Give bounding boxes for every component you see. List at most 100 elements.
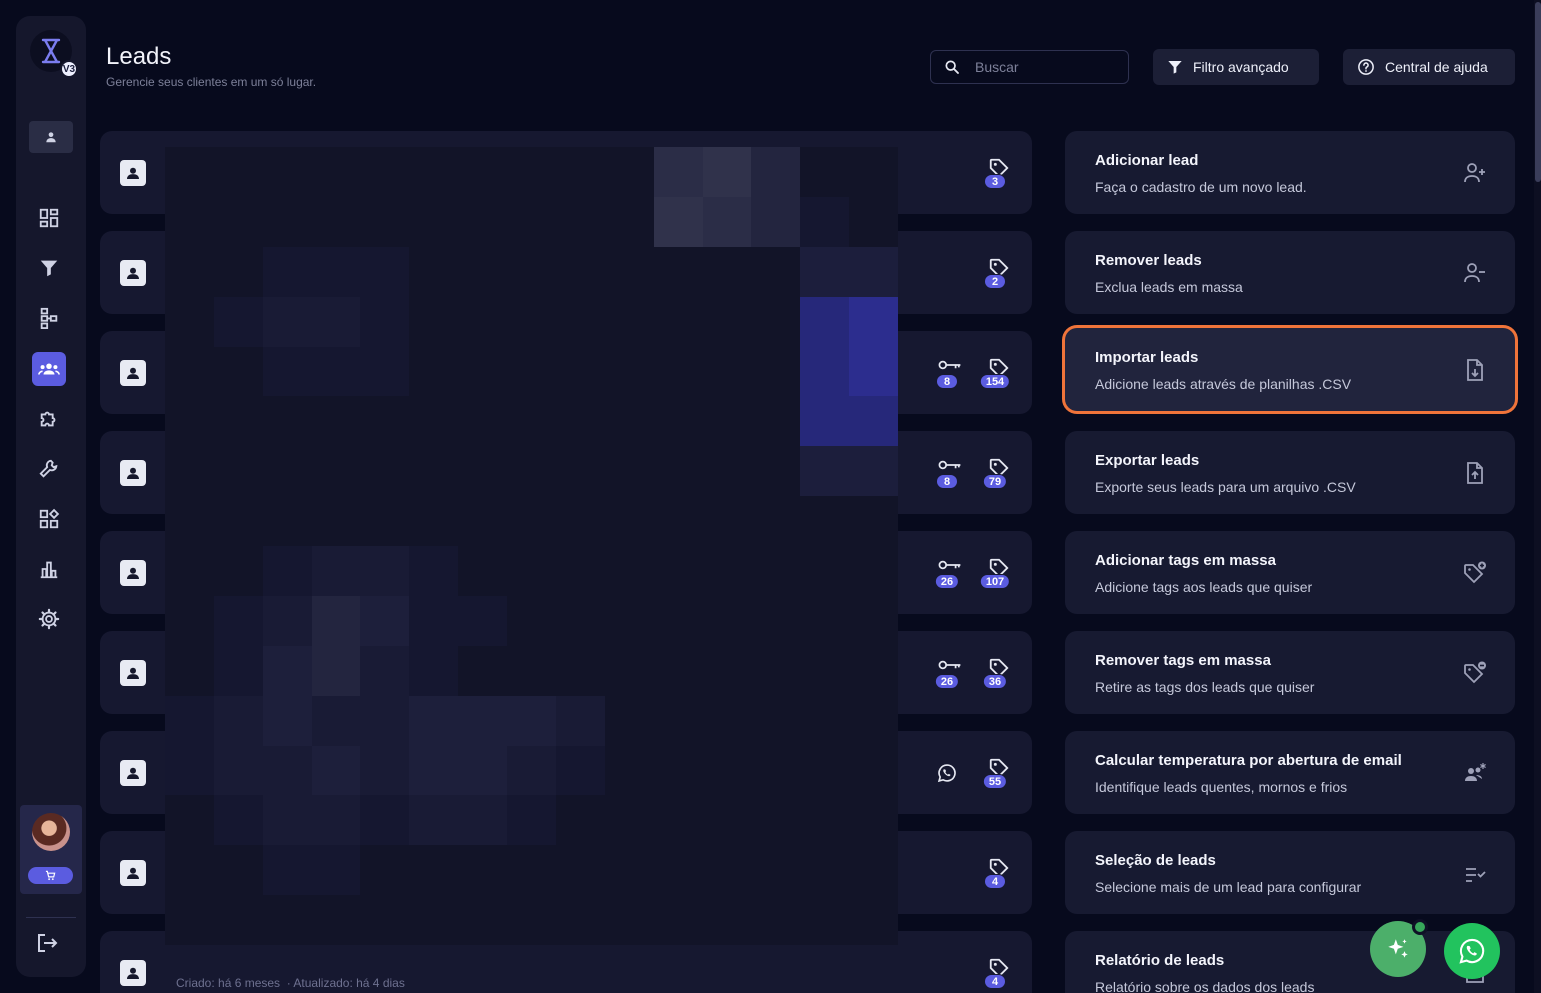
obscured-pixel	[165, 645, 214, 696]
page-subtitle: Gerencie seus clientes em um só lugar.	[106, 75, 317, 89]
obscured-pixel	[409, 795, 459, 846]
tag-count[interactable]: 107	[979, 557, 1011, 589]
key-icon	[938, 560, 961, 570]
scrollbar[interactable]	[1534, 0, 1541, 993]
nav-flow[interactable]	[32, 301, 66, 335]
obscured-pixel	[311, 196, 361, 247]
key-count: 8	[932, 457, 962, 489]
obscured-pixel	[507, 895, 556, 945]
contact-icon	[120, 260, 146, 286]
tag-count[interactable]: 4	[980, 957, 1010, 989]
scroll-thumb[interactable]	[1535, 2, 1541, 182]
obscured-pixel	[702, 546, 752, 596]
cart-icon	[45, 870, 56, 881]
action-card-file-import[interactable]: Importar leads Adicione leads através de …	[1065, 328, 1515, 411]
tag-count[interactable]: 79	[980, 457, 1010, 489]
obscured-pixel	[800, 346, 850, 397]
nav-integrations[interactable]	[32, 402, 66, 436]
action-card-temperature-users[interactable]: Calcular temperatura por abertura de ema…	[1065, 731, 1515, 814]
nav-tools[interactable]	[32, 452, 66, 486]
bar-chart-icon	[40, 561, 58, 579]
obscured-pixel	[311, 346, 361, 397]
obscured-pixel	[311, 396, 361, 447]
nav-dashboard[interactable]	[32, 201, 66, 235]
tag-count[interactable]: 3	[980, 157, 1010, 189]
lead-badges: 2	[980, 257, 1010, 289]
action-title: Calcular temperatura por abertura de ema…	[1095, 752, 1402, 769]
obscured-pixel	[653, 845, 703, 896]
key-count: 8	[932, 357, 962, 389]
action-card-user-add[interactable]: Adicionar lead Faça o cadastro de um novo…	[1065, 131, 1515, 214]
key-count-badge: 26	[934, 574, 960, 589]
obscured-pixel	[653, 795, 703, 846]
obscured-pixel	[262, 396, 312, 447]
tag-count[interactable]: 36	[980, 657, 1010, 689]
obscured-pixel	[409, 496, 459, 546]
obscured-pixel	[653, 546, 703, 596]
contact-icon	[120, 160, 146, 186]
ai-assistant-button[interactable]	[1370, 919, 1428, 977]
action-card-checklist[interactable]: Seleção de leads Selecione mais de um lea…	[1065, 831, 1515, 914]
tag-count[interactable]: 4	[980, 857, 1010, 889]
action-card-file-export[interactable]: Exportar leads Exporte seus leads para um…	[1065, 431, 1515, 514]
avatar[interactable]	[32, 813, 70, 851]
help-center-button[interactable]: Central de ajuda	[1343, 49, 1515, 85]
obscured-pixel	[311, 895, 361, 945]
obscured-pixel	[360, 496, 410, 546]
obscured-pixel	[507, 695, 556, 746]
obscured-pixel	[702, 745, 752, 796]
obscured-pixel	[751, 695, 801, 746]
search-box[interactable]	[930, 50, 1129, 84]
obscured-pixel	[702, 845, 752, 896]
cart-button[interactable]	[28, 867, 73, 884]
nav-apps[interactable]	[32, 502, 66, 536]
obscured-pixel	[849, 795, 898, 846]
nav-settings[interactable]	[32, 602, 66, 636]
tag-count[interactable]: 55	[980, 757, 1010, 789]
obscured-pixel	[604, 396, 654, 447]
search-input[interactable]	[975, 59, 1115, 75]
user-profile-block	[20, 805, 82, 894]
obscured-pixel	[409, 645, 459, 696]
action-title: Adicionar lead	[1095, 152, 1199, 169]
obscured-pixel	[555, 496, 605, 546]
obscured-pixel	[409, 895, 459, 945]
user-remove-icon	[1464, 263, 1485, 283]
obscured-pixel	[507, 546, 556, 596]
app-logo[interactable]: V3	[30, 30, 78, 78]
action-description: Relatório sobre os dados dos leads	[1095, 979, 1315, 993]
nav-leads[interactable]	[32, 352, 66, 386]
logout-button[interactable]	[35, 931, 59, 955]
obscured-pixel	[800, 147, 850, 197]
obscured-pixel	[653, 645, 703, 696]
action-card-user-remove[interactable]: Remover leads Exclua leads em massa	[1065, 231, 1515, 314]
obscured-pixel	[409, 595, 459, 646]
tag-remove-icon	[1464, 661, 1486, 684]
obscured-pixel	[507, 496, 556, 546]
lead-updated: Atualizado: há 4 dias	[293, 976, 405, 990]
action-card-tag-add[interactable]: Adicionar tags em massa Adicione tags aos…	[1065, 531, 1515, 614]
obscured-pixel	[604, 147, 654, 197]
obscured-pixel	[849, 246, 898, 297]
obscured-pixel	[604, 745, 654, 796]
obscured-lead-details	[165, 147, 898, 945]
obscured-pixel	[409, 296, 459, 347]
contact-icon	[120, 560, 146, 586]
action-card-tag-remove[interactable]: Remover tags em massa Retire as tags dos …	[1065, 631, 1515, 714]
tag-count[interactable]: 154	[979, 357, 1011, 389]
obscured-pixel	[262, 196, 312, 247]
whatsapp-icon	[1459, 938, 1485, 964]
advanced-filter-label: Filtro avançado	[1193, 59, 1289, 75]
obscured-pixel	[555, 695, 605, 746]
tag-count[interactable]: 2	[980, 257, 1010, 289]
obscured-pixel	[702, 446, 752, 497]
online-indicator	[1412, 919, 1428, 935]
obscured-pixel	[213, 196, 263, 247]
whatsapp-button[interactable]	[1444, 923, 1500, 979]
action-description: Exclua leads em massa	[1095, 279, 1243, 295]
nav-reports[interactable]	[32, 552, 66, 586]
advanced-filter-button[interactable]: Filtro avançado	[1153, 49, 1319, 85]
profile-nav[interactable]	[29, 121, 73, 153]
obscured-pixel	[311, 246, 361, 297]
nav-funnel[interactable]	[32, 251, 66, 285]
